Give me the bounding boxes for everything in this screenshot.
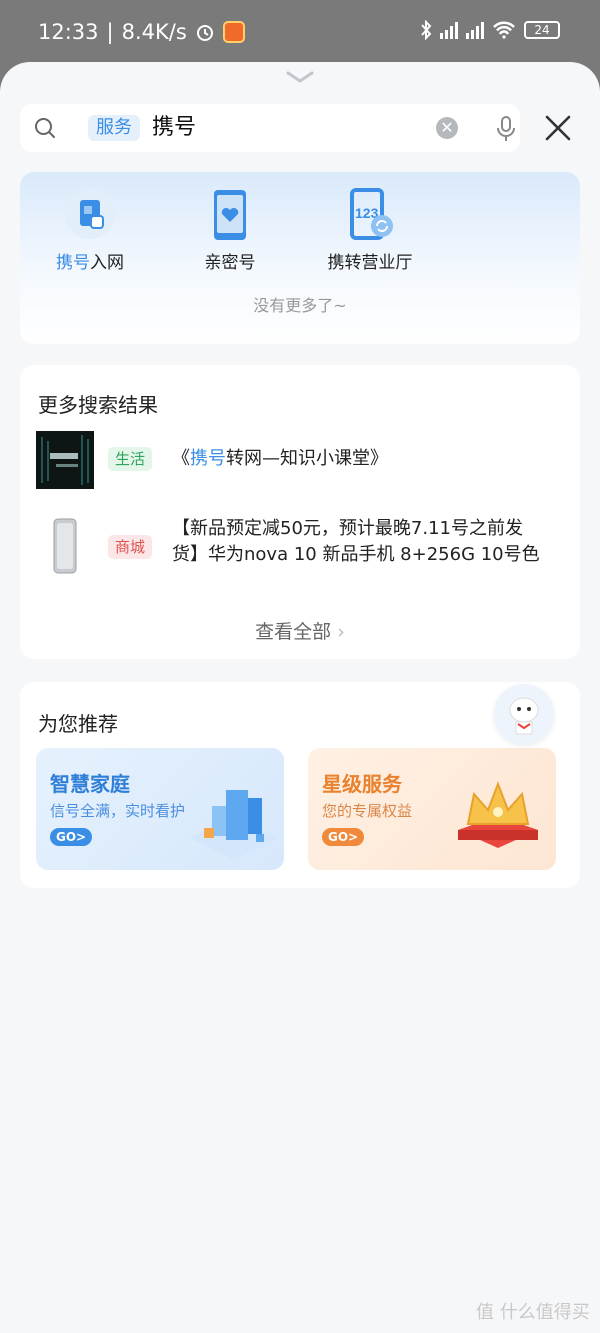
clear-search-button[interactable]: ✕ <box>436 117 458 139</box>
bluetooth-icon <box>421 20 432 40</box>
result-title: 《携号转网—知识小课堂》 <box>172 448 388 469</box>
service-label-highlight: 携号 <box>56 253 90 273</box>
product-thumbnail <box>36 517 94 575</box>
category-badge-mall: 商城 <box>108 535 153 559</box>
network-speed: 8.4K/s <box>121 20 187 44</box>
search-input[interactable]: 携号 <box>152 114 196 142</box>
smart-home-building-icon <box>190 790 278 860</box>
crown-icon <box>458 781 538 848</box>
search-bar[interactable]: 服务 携号 ✕ <box>20 104 520 152</box>
service-number-portability[interactable]: 携号入网 <box>20 188 160 273</box>
section-title: 更多搜索结果 <box>38 393 158 417</box>
app-notification-icon <box>222 21 245 43</box>
status-bar: 12:33 | 8.4K/s 24 <box>0 0 600 64</box>
clock: 12:33 <box>38 20 99 44</box>
phone-heart-icon <box>204 188 256 240</box>
service-label: 入网 <box>90 253 124 273</box>
view-all-link[interactable]: 查看全部 › <box>20 617 580 644</box>
service-label: 亲密号 <box>204 253 256 273</box>
video-thumbnail <box>36 431 94 489</box>
go-button[interactable]: GO> <box>322 828 365 846</box>
search-scope-tag[interactable]: 服务 <box>88 115 140 141</box>
category-badge-life: 生活 <box>108 447 153 471</box>
result-title: 【新品预定减50元，预计最晚7.11号之前发 货】华为nova 10 新品手机 … <box>172 518 540 565</box>
signal-1-icon <box>440 21 458 39</box>
battery-indicator: 24 <box>524 21 560 39</box>
chevron-right-icon: › <box>337 621 345 643</box>
promo-smart-home[interactable]: 智慧家庭 信号全满，实时看护 GO> <box>36 748 284 870</box>
microphone-icon[interactable] <box>496 116 516 142</box>
service-shortcuts-card: 携号入网 亲密号 123 携转营业厅 没有更多了~ <box>20 172 580 344</box>
signal-2-icon <box>466 21 484 39</box>
search-icon <box>35 118 55 138</box>
no-more-text: 没有更多了~ <box>253 296 347 315</box>
result-item-product[interactable]: 商城 【新品预定减50元，预计最晚7.11号之前发 货】华为nova 10 新品… <box>36 515 566 585</box>
section-title: 为您推荐 <box>38 712 118 736</box>
service-intimate-number[interactable]: 亲密号 <box>160 188 300 273</box>
service-label: 携转营业厅 <box>327 253 413 273</box>
go-button[interactable]: GO> <box>50 828 93 846</box>
close-icon[interactable] <box>544 114 572 142</box>
sim-card-icon <box>64 188 116 240</box>
wifi-icon <box>493 21 515 39</box>
search-sheet: 服务 携号 ✕ 携号入网 亲密号 123 携转营业厅 没有更多了~ 更多搜索结果… <box>0 62 600 1333</box>
sheet-handle-chevron-icon[interactable] <box>285 70 315 84</box>
service-transfer-hall[interactable]: 123 携转营业厅 <box>300 188 440 273</box>
more-results-card: 更多搜索结果 生活 《携号转网—知识小课堂》 商城 【新品预定减50元，预计最晚… <box>20 365 580 659</box>
alarm-icon <box>196 25 213 41</box>
promo-star-service[interactable]: 星级服务 您的专属权益 GO> <box>308 748 556 870</box>
assistant-mascot-icon[interactable] <box>494 684 554 744</box>
watermark: 值 什么值得买 <box>476 1302 590 1323</box>
result-item-course[interactable]: 生活 《携号转网—知识小课堂》 <box>36 431 566 491</box>
phone-123-icon: 123 <box>344 188 396 240</box>
